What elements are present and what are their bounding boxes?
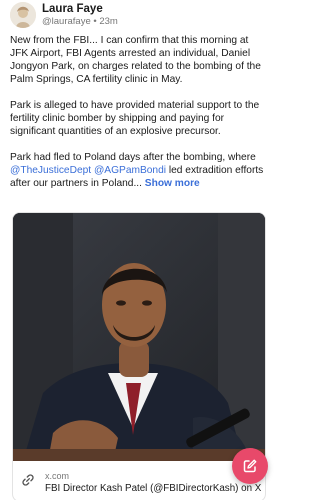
- link-icon: [21, 473, 35, 487]
- post-body: New from the FBI... I can confirm that t…: [10, 34, 268, 203]
- link-preview-meta: x.com FBI Director Kash Patel (@FBIDirec…: [45, 471, 261, 500]
- post: Laura Faye @laurafaye • 23m New from the…: [0, 0, 276, 500]
- author-meta: @laurafaye • 23m: [42, 16, 118, 28]
- show-more-link[interactable]: Show more: [145, 178, 200, 189]
- compose-button[interactable]: [232, 448, 268, 484]
- meta-separator: •: [93, 15, 97, 27]
- post-time: 23m: [99, 15, 118, 27]
- post-paragraph-2: Park is alleged to have provided materia…: [10, 100, 260, 137]
- author-display-name[interactable]: Laura Faye: [42, 3, 118, 16]
- author-info: Laura Faye @laurafaye • 23m: [42, 3, 118, 28]
- author-handle[interactable]: @laurafaye: [42, 16, 91, 27]
- link-preview-image: [13, 213, 265, 461]
- link-title[interactable]: FBI Director Kash Patel (@FBIDirectorKas…: [45, 482, 261, 495]
- link-preview-card[interactable]: x.com FBI Director Kash Patel (@FBIDirec…: [12, 212, 266, 500]
- mention-ag-pam-bondi[interactable]: @AGPamBondi: [94, 165, 166, 176]
- paragraph-3-text-before: Park had fled to Poland days after the b…: [10, 152, 256, 163]
- post-paragraph-3: Park had fled to Poland days after the b…: [10, 151, 268, 190]
- link-preview-footer: x.com FBI Director Kash Patel (@FBIDirec…: [13, 465, 265, 500]
- mention-justice-dept[interactable]: @TheJusticeDept: [10, 165, 91, 176]
- avatar-image: [10, 2, 36, 28]
- pencil-square-icon: [243, 459, 257, 473]
- link-domain: x.com: [45, 471, 70, 481]
- photo-of-speaker: [13, 213, 265, 461]
- post-paragraph-1: New from the FBI... I can confirm that t…: [10, 35, 261, 85]
- avatar[interactable]: [10, 2, 36, 28]
- post-header: Laura Faye @laurafaye • 23m: [10, 2, 118, 28]
